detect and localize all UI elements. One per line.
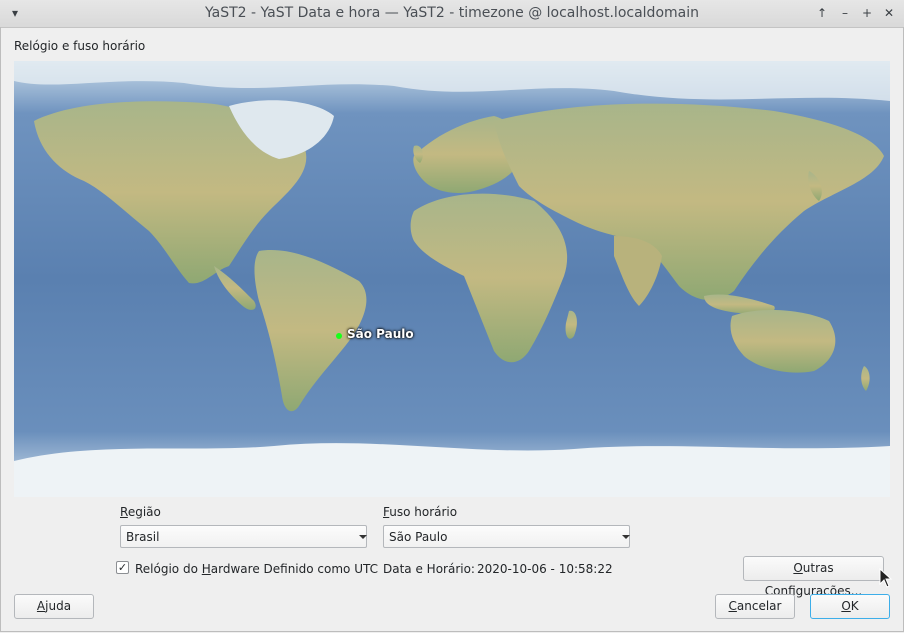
window-title: YaST2 - YaST Data e hora — YaST2 - timez… bbox=[205, 5, 699, 21]
section-label: Relógio e fuso horário bbox=[14, 39, 146, 53]
selected-city-marker bbox=[336, 333, 342, 339]
close-icon[interactable]: ✕ bbox=[880, 4, 898, 22]
minimize-icon[interactable]: – bbox=[836, 4, 854, 22]
ok-button[interactable]: OK bbox=[810, 594, 890, 619]
datetime-value: 2020-10-06 - 10:58:22 bbox=[477, 562, 613, 576]
help-button[interactable]: Ajuda bbox=[14, 594, 94, 619]
region-select-value: Brasil bbox=[126, 530, 160, 544]
keep-above-icon[interactable]: ↑ bbox=[813, 4, 831, 22]
timezone-select[interactable]: São Paulo bbox=[383, 525, 630, 548]
timezone-label: Fuso horário bbox=[383, 505, 458, 519]
other-settings-button[interactable]: Outras Configurações... bbox=[743, 556, 884, 598]
cancel-button[interactable]: Cancelar bbox=[715, 594, 795, 619]
world-map-svg bbox=[14, 61, 890, 497]
datetime-label: Data e Horário: bbox=[383, 562, 475, 576]
mouse-cursor-icon bbox=[879, 568, 893, 588]
hw-clock-utc-checkbox[interactable]: ✓ bbox=[116, 561, 129, 574]
maximize-icon[interactable]: + bbox=[858, 4, 876, 22]
world-map[interactable]: São Paulo bbox=[14, 61, 890, 497]
region-select[interactable]: Brasil bbox=[120, 525, 367, 548]
selected-city-label: São Paulo bbox=[347, 327, 414, 341]
timezone-select-value: São Paulo bbox=[389, 530, 448, 544]
hw-clock-utc-label[interactable]: Relógio do Hardware Definido como UTC bbox=[135, 562, 378, 576]
title-bar: ▾ YaST2 - YaST Data e hora — YaST2 - tim… bbox=[0, 0, 904, 28]
region-label: Região bbox=[120, 505, 161, 519]
